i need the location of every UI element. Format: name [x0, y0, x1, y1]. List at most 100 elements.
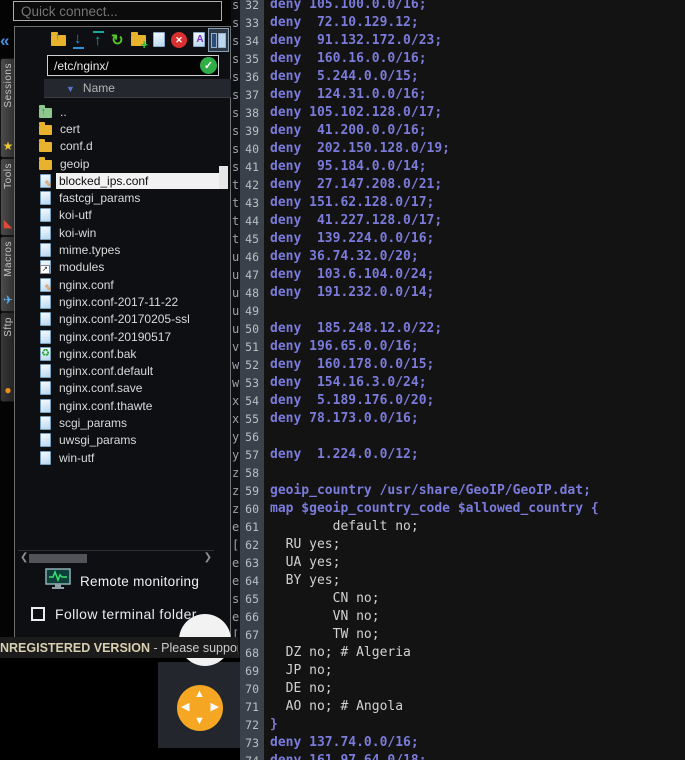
file-row[interactable]: scgi_params	[15, 414, 221, 431]
code-line[interactable]: z 58	[231, 464, 685, 482]
file-row[interactable]: geoip	[15, 155, 221, 172]
scroll-left-arrow-icon[interactable]: ❮	[20, 552, 28, 563]
background-text-fragment: x	[232, 412, 240, 426]
file-row[interactable]: nginx.conf.default	[15, 362, 221, 379]
editor-pane[interactable]: s 32 deny 105.100.0.0/16; s 33 deny 72.10.129…	[231, 0, 685, 760]
code-line[interactable]: t 43 deny 151.62.128.0/17;	[231, 194, 685, 212]
file-row[interactable]: modules	[15, 259, 221, 276]
rename-icon[interactable]: A	[189, 29, 208, 51]
code-line[interactable]: e 63 UA yes;	[231, 554, 685, 572]
sidebar-tab-sessions[interactable]: Sessions ★	[0, 58, 15, 158]
code-line[interactable]: n68 DZ no; # Algeria	[231, 644, 685, 662]
file-row[interactable]: cert	[15, 120, 221, 137]
code-line[interactable]: e72}	[231, 716, 685, 734]
file-row[interactable]: koi-utf	[15, 207, 221, 224]
code-line[interactable]: s 35 deny 160.16.0.0/16;	[231, 50, 685, 68]
download-icon[interactable]: ↓	[69, 29, 88, 51]
code-line[interactable]: y 56	[231, 428, 685, 446]
follow-terminal-folder-option[interactable]: Follow terminal folder	[31, 606, 197, 622]
code-line[interactable]: e 61 default no;	[231, 518, 685, 536]
code-line[interactable]: x 54 deny 5.189.176.0/20;	[231, 392, 685, 410]
file-name: nginx.conf-20190517	[59, 329, 172, 344]
scroll-right-arrow-icon[interactable]: ❯	[204, 552, 212, 563]
file-row[interactable]: nginx.conf-20170205-ssl	[15, 311, 221, 328]
code-line[interactable]: t 45 deny 139.224.0.0/16;	[231, 230, 685, 248]
upload-icon[interactable]: ↑	[89, 29, 108, 51]
code-text: deny 5.244.0.0/15;	[270, 69, 419, 84]
code-line[interactable]: w 52 deny 160.178.0.0/15;	[231, 356, 685, 374]
move-widget-button[interactable]: ▲ ▼ ◀ ▶	[177, 685, 223, 731]
file-row[interactable]: win-utf	[15, 449, 221, 466]
file-row[interactable]: nginx.conf-2017-11-22	[15, 293, 221, 310]
file-row[interactable]: uwsgi_params	[15, 432, 221, 449]
code-line[interactable]: s 34 deny 91.132.172.0/23;	[231, 32, 685, 50]
code-line[interactable]: z 60 map $geoip_country_code $allowed_coun…	[231, 500, 685, 518]
follow-terminal-checkbox[interactable]	[31, 607, 45, 621]
file-row[interactable]: nginx.conf.save	[15, 380, 221, 397]
sidebar-tab-macros[interactable]: Macros ✈	[0, 236, 15, 312]
code-line[interactable]: w 53 deny 154.16.3.0/24;	[231, 374, 685, 392]
code-line[interactable]: s 41 deny 95.184.0.0/14;	[231, 158, 685, 176]
code-line[interactable]: [70 DE no;	[231, 680, 685, 698]
line-number: 71	[245, 700, 259, 714]
code-line[interactable]: u 49	[231, 302, 685, 320]
code-line[interactable]: u 48 deny 191.232.0.0/14;	[231, 284, 685, 302]
code-line[interactable]: t 42 deny 27.147.208.0/21;	[231, 176, 685, 194]
code-line[interactable]: e 64 BY yes;	[231, 572, 685, 590]
code-line[interactable]: v 51 deny 196.65.0.0/16;	[231, 338, 685, 356]
code-line[interactable]: s 36 deny 5.244.0.0/15;	[231, 68, 685, 86]
sidebar-tab-tools[interactable]: Tools ◣	[0, 158, 15, 236]
code-text: UA yes;	[270, 555, 341, 570]
code-text: deny 154.16.3.0/24;	[270, 375, 427, 390]
file-row[interactable]: blocked_ips.conf	[15, 172, 221, 190]
new-file-icon[interactable]	[149, 29, 168, 51]
code-line[interactable]: s 33 deny 72.10.129.12;	[231, 14, 685, 32]
parent-folder-icon[interactable]: ↑	[49, 29, 68, 51]
delete-icon[interactable]: ✕	[169, 29, 188, 51]
file-row[interactable]: nginx.conf	[15, 276, 221, 294]
code-line[interactable]: s 38 deny 105.102.128.0/17;	[231, 104, 685, 122]
code-line[interactable]: u 50 deny 185.248.12.0/22;	[231, 320, 685, 338]
file-row[interactable]: fastcgi_params	[15, 189, 221, 206]
vertical-scrollbar-thumb[interactable]	[219, 166, 228, 189]
horizontal-scrollbar-thumb[interactable]	[29, 554, 87, 563]
code-line[interactable]: e74deny 161.97.64.0/18;	[231, 752, 685, 760]
code-line[interactable]: z 59 geoip_country /usr/share/GeoIP/GeoIP.…	[231, 482, 685, 500]
code-line[interactable]: [67 TW no;	[231, 626, 685, 644]
code-line[interactable]: y 57 deny 1.224.0.0/12;	[231, 446, 685, 464]
file-name: nginx.conf.thawte	[59, 398, 153, 413]
collapse-sidebar-button[interactable]: «	[0, 29, 13, 53]
code-line[interactable]: s 39 deny 41.200.0.0/16;	[231, 122, 685, 140]
code-line[interactable]: x 55 deny 78.173.0.0/16;	[231, 410, 685, 428]
file-row[interactable]: nginx.conf.bak	[15, 345, 221, 362]
quick-connect-input[interactable]	[13, 1, 222, 21]
code-line[interactable]: s 37 deny 124.31.0.0/16;	[231, 86, 685, 104]
file-row[interactable]: nginx.conf.thawte	[15, 397, 221, 414]
code-line[interactable]: e71 AO no; # Angola	[231, 698, 685, 716]
code-line[interactable]: [73deny 137.74.0.0/16;	[231, 734, 685, 752]
file-row[interactable]: ..	[15, 103, 221, 120]
name-column-header[interactable]: ▼ Name	[44, 79, 231, 98]
path-input[interactable]	[47, 55, 219, 76]
new-folder-icon[interactable]: +	[129, 29, 148, 51]
code-line[interactable]: u 46 deny 36.74.32.0/20;	[231, 248, 685, 266]
remote-monitoring-button[interactable]: Remote monitoring	[45, 568, 199, 595]
refresh-icon[interactable]: ↻	[109, 29, 128, 51]
code-line[interactable]: e 66 VN no;	[231, 608, 685, 626]
code-line[interactable]: t 44 deny 41.227.128.0/17;	[231, 212, 685, 230]
code-line[interactable]: u 47 deny 103.6.104.0/24;	[231, 266, 685, 284]
check-icon[interactable]: ✓	[200, 57, 217, 74]
file-row[interactable]: conf.d	[15, 138, 221, 155]
background-text-fragment: x	[232, 394, 240, 408]
code-line[interactable]: [62 RU yes;	[231, 536, 685, 554]
code-line[interactable]: s 65 CN no;	[231, 590, 685, 608]
file-row[interactable]: mime.types	[15, 241, 221, 258]
dual-pane-icon[interactable]	[208, 28, 229, 52]
horizontal-scrollbar[interactable]: ❮ ❯	[18, 550, 214, 565]
code-line[interactable]: s 40 deny 202.150.128.0/19;	[231, 140, 685, 158]
code-line[interactable]: n69 JP no;	[231, 662, 685, 680]
sidebar-tab-sftp[interactable]: Sftp ●	[0, 312, 15, 402]
file-row[interactable]: nginx.conf-20190517	[15, 328, 221, 345]
file-row[interactable]: koi-win	[15, 224, 221, 241]
code-line[interactable]: s 32 deny 105.100.0.0/16;	[231, 0, 685, 14]
